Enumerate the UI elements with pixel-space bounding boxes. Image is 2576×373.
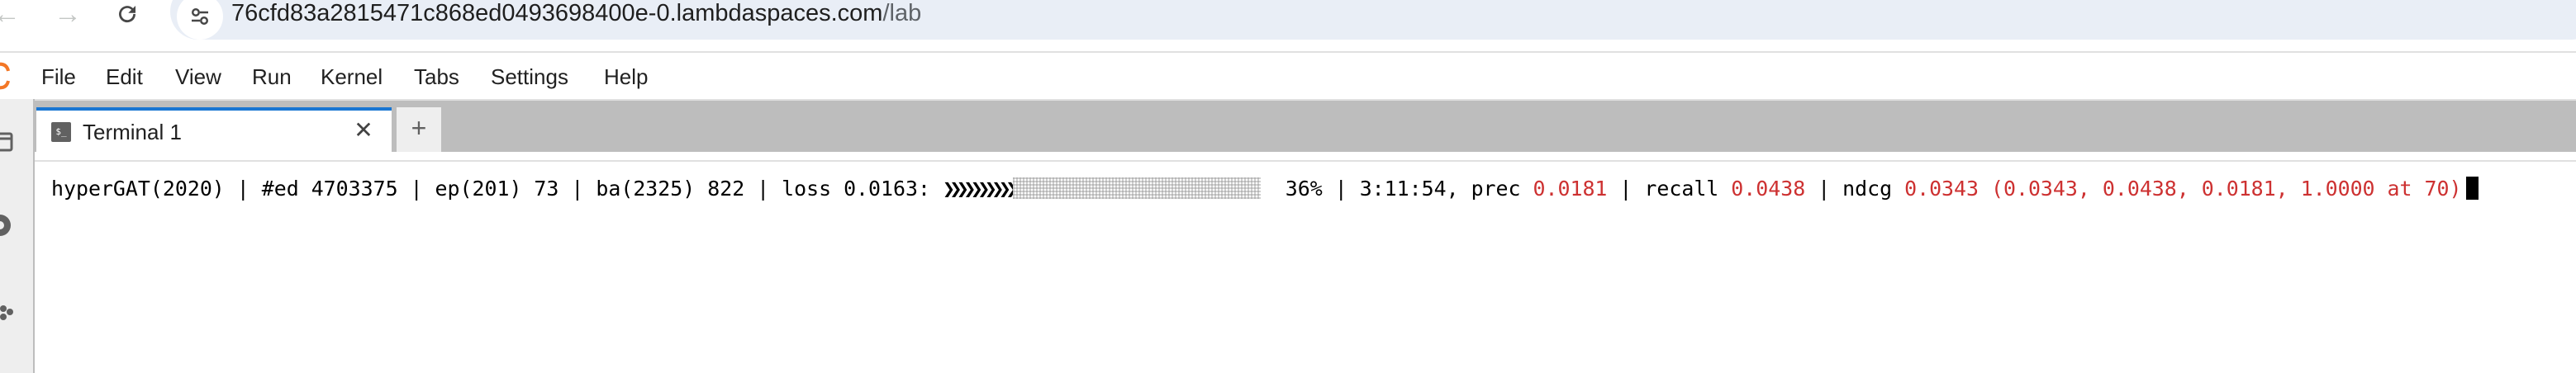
terminal-panel[interactable]: hyperGAT(2020) | #ed 4703375 | ep(201) 7…: [35, 162, 2576, 373]
terminal-output-line: hyperGAT(2020) | #ed 4703375 | ep(201) 7…: [51, 175, 2479, 203]
reload-icon-svg: [119, 6, 136, 23]
menu-run[interactable]: Run: [252, 64, 292, 90]
progress-eta-text: 36% | 3:11:54, prec: [1260, 177, 1533, 201]
menu-edit[interactable]: Edit: [106, 64, 143, 90]
jupyter-menubar: File Edit View Run Kernel Tabs Settings …: [0, 51, 2576, 101]
recall-label: | recall: [1607, 177, 1732, 201]
menu-view[interactable]: View: [175, 64, 221, 90]
ndcg-value: 0.0343 (0.0343, 0.0438, 0.0181, 1.0000 a…: [1904, 177, 2462, 201]
tab-bar: $_ Terminal 1 ✕ +: [35, 99, 2576, 153]
menu-settings[interactable]: Settings: [491, 64, 568, 90]
left-sidebar: [0, 99, 35, 373]
site-settings-icon[interactable]: [177, 0, 223, 40]
terminal-cursor: [2466, 177, 2479, 200]
extensions-icon[interactable]: [0, 299, 18, 327]
menu-tabs[interactable]: Tabs: [414, 64, 459, 90]
tune-icon: [192, 8, 208, 25]
folder-icon[interactable]: [0, 129, 18, 157]
terminal-icon: $_: [51, 122, 71, 142]
url-path: /lab: [882, 0, 922, 26]
progress-bar-filled: ❯❯❯❯❯❯❯❯❯❯: [942, 177, 1018, 201]
menu-kernel[interactable]: Kernel: [321, 64, 383, 90]
prec-value: 0.0181: [1533, 177, 1608, 201]
forward-arrow-icon[interactable]: →: [51, 0, 84, 30]
training-status-prefix: hyperGAT(2020) | #ed 4703375 | ep(201) 7…: [51, 177, 943, 201]
tab-label: Terminal 1: [83, 120, 182, 144]
tab-terminal-1[interactable]: $_ Terminal 1 ✕: [36, 107, 392, 153]
menu-help[interactable]: Help: [604, 64, 648, 90]
menu-file[interactable]: File: [41, 64, 76, 90]
close-tab-icon[interactable]: ✕: [350, 117, 377, 144]
ndcg-label: | ndcg: [1805, 177, 1905, 201]
address-bar[interactable]: 76cfd83a2815471c868ed0493698400e-0.lambd…: [170, 0, 2576, 40]
url-text[interactable]: 76cfd83a2815471c868ed0493698400e-0.lambd…: [231, 0, 921, 27]
recall-value: 0.0438: [1731, 177, 1806, 201]
url-host: 76cfd83a2815471c868ed0493698400e-0.lambd…: [231, 0, 883, 26]
back-arrow-icon[interactable]: ←: [0, 0, 23, 30]
browser-toolbar: ← → 76cfd83a2815471c868ed0493698400e-0.l…: [0, 0, 2576, 45]
running-sessions-icon[interactable]: [0, 211, 18, 239]
tab-content-separator: [35, 152, 2576, 162]
jupyter-logo-icon: [0, 62, 10, 90]
reload-icon[interactable]: [111, 0, 144, 28]
new-tab-button[interactable]: +: [397, 107, 441, 152]
progress-bar-remaining: [1012, 177, 1261, 199]
